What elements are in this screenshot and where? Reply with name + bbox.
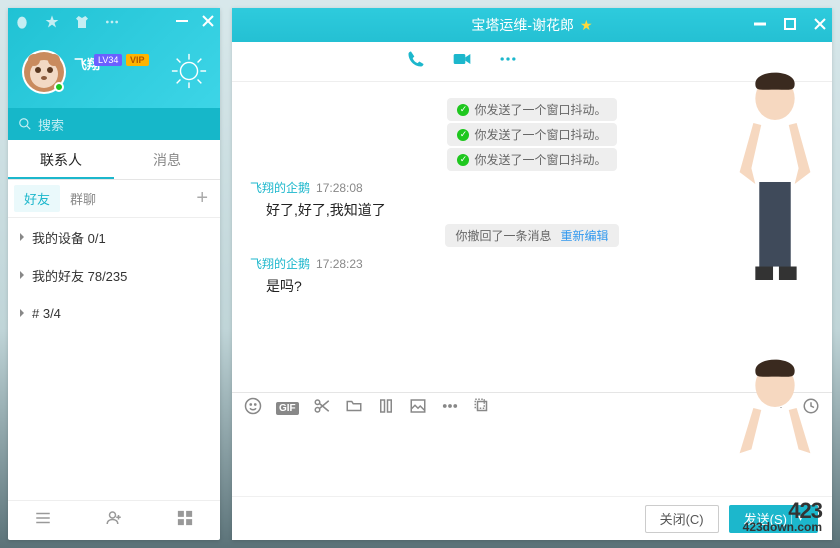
search-placeholder: 搜索 — [38, 115, 64, 134]
video-icon[interactable] — [452, 49, 472, 74]
chat-title: 宝塔运维-谢花郎 — [471, 15, 574, 35]
vip-badge: VIP — [126, 54, 149, 66]
level-badge: LV34 — [94, 54, 122, 66]
chat-window: 宝塔运维-谢花郎 ★ ✓你发送了一个窗口抖动。 ✓你发送了一个窗口抖动。 ✓你发… — [232, 8, 832, 540]
close-button[interactable]: 关闭(C) — [645, 505, 719, 533]
search-input[interactable]: 搜索 — [8, 108, 220, 140]
close-icon[interactable] — [202, 14, 214, 32]
shirt-icon[interactable] — [74, 14, 90, 35]
check-icon: ✓ — [457, 154, 469, 166]
recall-notice: 你撤回了一条消息重新编辑 — [445, 224, 618, 247]
maximize-icon[interactable] — [784, 17, 796, 33]
avatar[interactable] — [22, 50, 66, 94]
menu-icon[interactable] — [34, 509, 52, 532]
check-icon: ✓ — [457, 129, 469, 141]
emoji-icon[interactable] — [244, 397, 262, 420]
list-item[interactable]: 我的好友 78/235 — [8, 256, 220, 294]
sub-tabs: 好友 群聊 + — [8, 180, 220, 218]
gif-icon[interactable]: GIF — [276, 402, 299, 415]
left-footer — [8, 500, 220, 540]
weather-icon[interactable] — [170, 52, 208, 90]
tab-contacts[interactable]: 联系人 — [8, 140, 114, 179]
star-icon[interactable] — [44, 14, 60, 35]
list-item[interactable]: # 3/4 — [8, 294, 220, 332]
chat-header: 宝塔运维-谢花郎 ★ — [232, 8, 832, 42]
recall-edit-link[interactable]: 重新编辑 — [561, 227, 609, 244]
subtab-friends[interactable]: 好友 — [14, 185, 60, 212]
subtab-groups[interactable]: 群聊 — [60, 185, 106, 212]
list-item-label: 我的设备 0/1 — [32, 228, 106, 247]
list-item[interactable]: 我的设备 0/1 — [8, 218, 220, 256]
close-icon[interactable] — [814, 17, 826, 33]
list-item-label: # 3/4 — [32, 306, 61, 321]
chevron-right-icon — [18, 309, 26, 317]
main-tabs: 联系人 消息 — [8, 140, 220, 180]
tab-messages[interactable]: 消息 — [114, 140, 220, 179]
shake-icon[interactable] — [473, 397, 491, 420]
vip-star-icon: ★ — [580, 17, 593, 34]
contacts-panel: 飞翔 LV34 VIP 搜索 联系人 消息 好友 群聊 + 我的设备 0/1 我… — [8, 8, 220, 540]
system-nudge: ✓你发送了一个窗口抖动。 — [447, 123, 616, 146]
watermark: 423423down.com — [743, 498, 822, 534]
system-nudge: ✓你发送了一个窗口抖动。 — [447, 148, 616, 171]
contact-list: 我的设备 0/1 我的好友 78/235 # 3/4 — [8, 218, 220, 500]
minimize-icon[interactable] — [754, 17, 766, 33]
system-nudge: ✓你发送了一个窗口抖动。 — [447, 98, 616, 121]
chevron-right-icon — [18, 233, 26, 241]
dots-icon[interactable] — [104, 14, 120, 35]
penguin-icon[interactable] — [14, 14, 30, 35]
folder-icon[interactable] — [345, 397, 363, 420]
add-button[interactable]: + — [196, 187, 214, 210]
check-icon: ✓ — [457, 104, 469, 116]
scissors-icon[interactable] — [313, 397, 331, 420]
persona-avatar — [716, 64, 834, 285]
list-item-label: 我的好友 78/235 — [32, 266, 127, 285]
left-header: 飞翔 LV34 VIP — [8, 8, 220, 108]
image-icon[interactable] — [409, 397, 427, 420]
add-contact-icon[interactable] — [105, 509, 123, 532]
chevron-right-icon — [18, 271, 26, 279]
call-icon[interactable] — [406, 49, 426, 74]
apps-icon[interactable] — [176, 509, 194, 532]
minimize-icon[interactable] — [176, 14, 188, 32]
status-dot — [54, 82, 64, 92]
more-icon[interactable] — [498, 49, 518, 74]
persona-avatar — [716, 351, 834, 494]
dots-icon[interactable] — [441, 397, 459, 420]
tool-icon[interactable] — [377, 397, 395, 420]
